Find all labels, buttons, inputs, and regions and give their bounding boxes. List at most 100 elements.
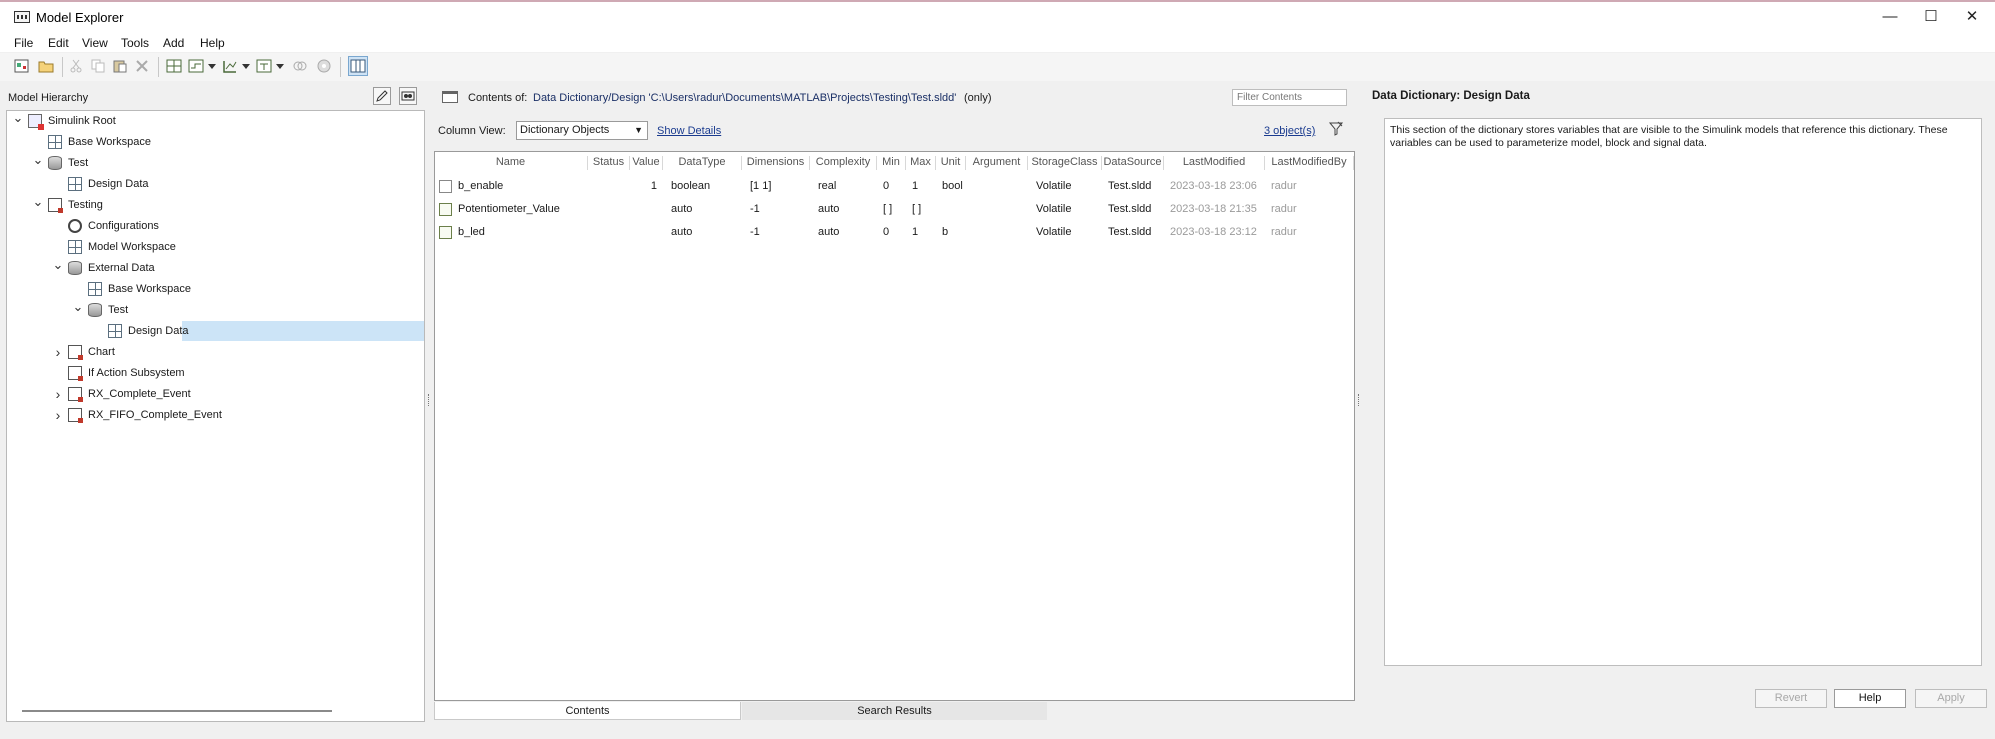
- tab-search-results[interactable]: Search Results: [742, 702, 1047, 720]
- menu-view[interactable]: View: [82, 36, 108, 50]
- cell-name[interactable]: b_led: [458, 226, 485, 238]
- chevron-down-icon[interactable]: ⌄: [12, 111, 24, 131]
- column-header-lastmodified[interactable]: LastModified: [1164, 156, 1265, 170]
- copy-icon[interactable]: [90, 58, 106, 74]
- subsystem-icon: [68, 408, 83, 423]
- column-view-select[interactable]: Dictionary Objects ▼: [516, 121, 648, 140]
- cut-icon[interactable]: [68, 58, 84, 74]
- dropdown-arrow-icon[interactable]: [276, 62, 284, 70]
- edit-pencil-icon[interactable]: [373, 87, 391, 105]
- column-header-dimensions[interactable]: Dimensions: [742, 156, 810, 170]
- chevron-right-icon[interactable]: ›: [52, 384, 64, 404]
- chevron-down-icon[interactable]: ⌄: [52, 258, 64, 278]
- tree-item-label: Model Workspace: [88, 241, 176, 253]
- revert-button[interactable]: Revert: [1755, 689, 1827, 708]
- column-header-value[interactable]: Value: [630, 156, 663, 170]
- menu-tools[interactable]: Tools: [121, 36, 149, 50]
- tree-item-label: If Action Subsystem: [88, 367, 185, 379]
- add-signal-icon[interactable]: [188, 58, 204, 74]
- cell-datatype: auto: [671, 203, 693, 215]
- chevron-right-icon[interactable]: ›: [52, 405, 64, 425]
- contents-scope: (only): [964, 92, 992, 104]
- close-button[interactable]: ✕: [1962, 8, 1982, 26]
- cell-lastmodified: 2023-03-18 23:06: [1170, 180, 1257, 192]
- chevron-down-icon[interactable]: ⌄: [32, 195, 44, 215]
- cell-datatype: auto: [671, 226, 693, 238]
- column-header-name[interactable]: Name: [434, 156, 588, 170]
- settings-disabled-icon[interactable]: [316, 58, 332, 74]
- apply-button[interactable]: Apply: [1915, 689, 1987, 708]
- column-header-argument[interactable]: Argument: [966, 156, 1028, 170]
- splitter-left[interactable]: [428, 394, 431, 406]
- horizontal-scrollbar[interactable]: [22, 710, 332, 712]
- add-configuration-icon[interactable]: [256, 58, 272, 74]
- cell-datasource: Test.sldd: [1108, 180, 1152, 192]
- dropdown-arrow-icon[interactable]: [208, 62, 216, 70]
- new-model-icon[interactable]: [14, 58, 30, 74]
- add-parameter-icon[interactable]: [166, 58, 182, 74]
- chevron-down-icon[interactable]: ⌄: [72, 300, 84, 320]
- show-details-link[interactable]: Show Details: [657, 125, 721, 137]
- cell-storageclass: Volatile: [1036, 226, 1072, 238]
- column-header-lastmodifiedby[interactable]: LastModifiedBy: [1265, 156, 1354, 170]
- tree-item-label: External Data: [88, 262, 155, 274]
- tree-selection-highlight: [182, 321, 424, 341]
- column-header-status[interactable]: Status: [588, 156, 630, 170]
- workspace-icon: [68, 240, 82, 254]
- column-header-unit[interactable]: Unit: [936, 156, 966, 170]
- contents-view-icon: [442, 91, 458, 103]
- show-dialog-pane-icon[interactable]: [348, 56, 368, 76]
- menu-help[interactable]: Help: [200, 36, 225, 50]
- column-header-datasource[interactable]: DataSource: [1102, 156, 1164, 170]
- open-folder-icon[interactable]: [38, 58, 54, 74]
- menu-file[interactable]: File: [14, 36, 33, 50]
- cell-complexity: auto: [818, 203, 840, 215]
- delete-icon[interactable]: [134, 58, 150, 74]
- menu-edit[interactable]: Edit: [48, 36, 69, 50]
- add-bus-icon[interactable]: [222, 58, 238, 74]
- tree-item-label: Configurations: [88, 220, 159, 232]
- filter-contents-input[interactable]: Filter Contents: [1232, 89, 1347, 106]
- menu-add[interactable]: Add: [163, 36, 184, 50]
- database-icon: [48, 156, 62, 170]
- column-header-max[interactable]: Max: [906, 156, 936, 170]
- tree-item-label: RX_Complete_Event: [88, 388, 191, 400]
- cell-name[interactable]: b_enable: [458, 180, 503, 192]
- toolbar-separator: [340, 57, 341, 77]
- dropdown-arrow-icon[interactable]: [242, 62, 250, 70]
- toolbar-separator: [158, 57, 159, 77]
- cell-lastmodifiedby: radur: [1271, 226, 1297, 238]
- column-header-datatype[interactable]: DataType: [663, 156, 742, 170]
- cell-complexity: auto: [818, 226, 840, 238]
- link-icon[interactable]: [292, 58, 308, 74]
- column-header-storageclass[interactable]: StorageClass: [1028, 156, 1102, 170]
- maximize-button[interactable]: ☐: [1921, 8, 1941, 26]
- cell-unit: b: [942, 226, 949, 238]
- column-header-complexity[interactable]: Complexity: [810, 156, 877, 170]
- column-view-value: Dictionary Objects: [520, 124, 610, 136]
- filter-funnel-icon[interactable]: [1329, 121, 1343, 137]
- minimize-button[interactable]: —: [1880, 8, 1900, 26]
- cell-lastmodifiedby: radur: [1271, 180, 1297, 192]
- contents-of-label: Contents of:: [468, 92, 528, 104]
- column-header-min[interactable]: Min: [877, 156, 906, 170]
- show-hidden-icon[interactable]: [399, 87, 417, 105]
- signal-icon: [439, 203, 452, 216]
- paste-icon[interactable]: [112, 58, 128, 74]
- tab-contents[interactable]: Contents: [434, 702, 741, 720]
- tree-item-label: RX_FIFO_Complete_Event: [88, 409, 222, 421]
- chevron-right-icon[interactable]: ›: [52, 342, 64, 362]
- splitter-right[interactable]: [1358, 394, 1361, 406]
- chevron-down-icon[interactable]: ⌄: [32, 153, 44, 173]
- chevron-down-icon: ▼: [634, 125, 643, 135]
- help-button[interactable]: Help: [1834, 689, 1906, 708]
- cell-name[interactable]: Potentiometer_Value: [458, 203, 560, 215]
- cell-min: 0: [883, 226, 890, 238]
- tree-item-label: Base Workspace: [68, 136, 151, 148]
- object-count-link[interactable]: 3 object(s): [1264, 125, 1315, 137]
- column-view-label: Column View:: [438, 125, 506, 137]
- tree-item-label: Design Data: [128, 325, 189, 337]
